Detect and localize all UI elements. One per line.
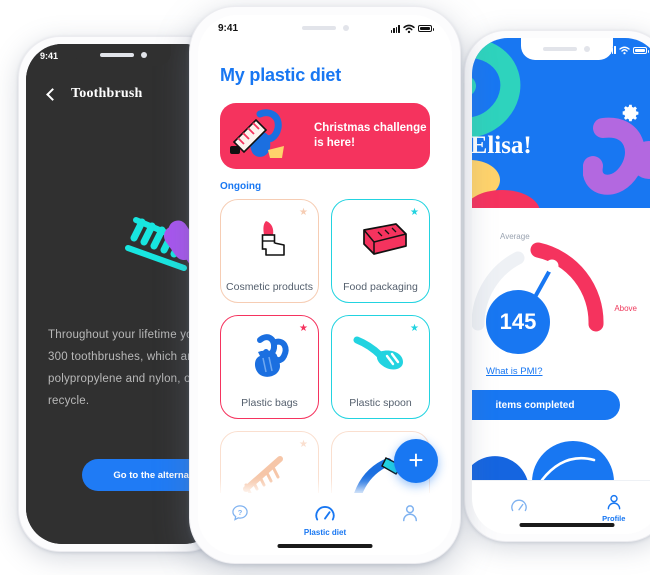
help-bubble-icon: ?: [232, 505, 249, 521]
notch-center: [267, 15, 383, 40]
pmi-gauge: Average Above 145 What is PMI? items com…: [472, 228, 650, 420]
card-label: Plastic bags: [241, 397, 298, 409]
phone-right-bezel: Hi Elisa! Average Above 145 What is PMI?…: [472, 38, 650, 534]
speaker-icon: [99, 53, 134, 57]
chevron-left-icon[interactable]: [46, 87, 59, 101]
plastic-bag-icon: [254, 334, 289, 377]
ongoing-card-grid: ★ Cosmetic products ★ Food packaging ★ P…: [220, 199, 430, 535]
home-indicator-right: [519, 523, 614, 527]
spatula-icon: [353, 336, 403, 370]
card-art: [221, 328, 318, 386]
wifi-icon: [403, 24, 415, 33]
tab-profile-right[interactable]: Profile: [567, 493, 650, 523]
card-art: [332, 212, 429, 270]
tab-profile-center[interactable]: [367, 503, 452, 526]
card-label: Food packaging: [343, 281, 418, 293]
person-icon: [607, 494, 621, 509]
gauge-icon: [315, 506, 335, 521]
card-cosmetic-products[interactable]: ★ Cosmetic products: [220, 199, 319, 303]
phone-center-screen: 9:41 My plastic diet Christmas challenge…: [198, 15, 452, 555]
battery-icon: [633, 46, 649, 54]
notch-left: [75, 44, 171, 66]
tab-label: Profile: [602, 513, 626, 523]
tab-label: Plastic diet: [303, 528, 347, 537]
banner-illustration: [230, 109, 284, 158]
card-plastic-spoon[interactable]: ★ Plastic spoon: [331, 315, 430, 419]
camera-icon: [140, 52, 147, 58]
tab-plastic-diet-center[interactable]: Plastic diet: [283, 503, 368, 537]
gear-icon[interactable]: [619, 102, 641, 124]
banner-line-2: is here!: [314, 137, 355, 149]
gauge-value: 145: [486, 290, 550, 354]
card-label: Cosmetic products: [226, 281, 313, 293]
card-plastic-bags[interactable]: ★ Plastic bags: [220, 315, 319, 419]
home-indicator-center: [277, 544, 373, 548]
what-is-pmi-link[interactable]: What is PMI?: [486, 366, 543, 377]
section-label-ongoing: Ongoing: [220, 181, 262, 192]
add-button[interactable]: +: [394, 439, 438, 483]
card-art: [332, 328, 429, 386]
battery-icon: [418, 25, 434, 32]
phone-right-screen: Hi Elisa! Average Above 145 What is PMI?…: [472, 38, 650, 534]
card-art: [221, 212, 318, 270]
notch-right: [520, 38, 613, 60]
status-icons-right: [606, 46, 649, 55]
hero-banner: Hi Elisa!: [472, 38, 650, 208]
food-tray-icon: [362, 223, 407, 255]
phone-center-bezel: 9:41 My plastic diet Christmas challenge…: [198, 15, 452, 555]
purple-blob-shape: [583, 117, 650, 195]
status-icons-center: [390, 24, 434, 34]
blue-semicircle-right: [532, 441, 614, 482]
page-title-center: My plastic diet: [220, 65, 342, 85]
status-time-center: 9:41: [218, 23, 239, 34]
phone-right: Hi Elisa! Average Above 145 What is PMI?…: [464, 30, 650, 542]
lipstick-icon: [261, 221, 285, 256]
screenshot-stage: 9:41 Toothbrush Throughout your lifetime…: [0, 0, 650, 575]
svg-text:?: ?: [238, 508, 243, 517]
person-icon: [402, 505, 417, 522]
christmas-challenge-banner[interactable]: Christmas challenge is here!: [220, 103, 430, 169]
tab-help-center[interactable]: ?: [198, 503, 283, 526]
banner-line-1: Christmas challenge: [314, 122, 427, 134]
card-label: Plastic spoon: [349, 397, 412, 409]
items-completed-button[interactable]: items completed: [472, 390, 620, 420]
pink-blob-shape: [472, 190, 540, 208]
card-food-packaging[interactable]: ★ Food packaging: [331, 199, 430, 303]
page-title-left: Toothbrush: [71, 86, 143, 101]
phone-center: 9:41 My plastic diet Christmas challenge…: [189, 6, 461, 564]
tab-plastic-diet-right[interactable]: [472, 497, 567, 518]
wifi-icon: [619, 46, 630, 54]
speaker-icon: [543, 47, 577, 51]
camera-icon: [342, 24, 349, 31]
signal-icon: [390, 24, 400, 33]
banner-text: Christmas challenge is here!: [314, 121, 426, 151]
blue-semicircle-left: [472, 456, 528, 482]
status-time-left: 9:41: [40, 51, 59, 61]
gauge-icon: [511, 499, 528, 512]
greeting-right: Hi Elisa!: [472, 132, 532, 159]
nav-bar-left: Toothbrush: [46, 86, 143, 102]
camera-icon: [584, 46, 590, 52]
speaker-icon: [301, 25, 336, 30]
